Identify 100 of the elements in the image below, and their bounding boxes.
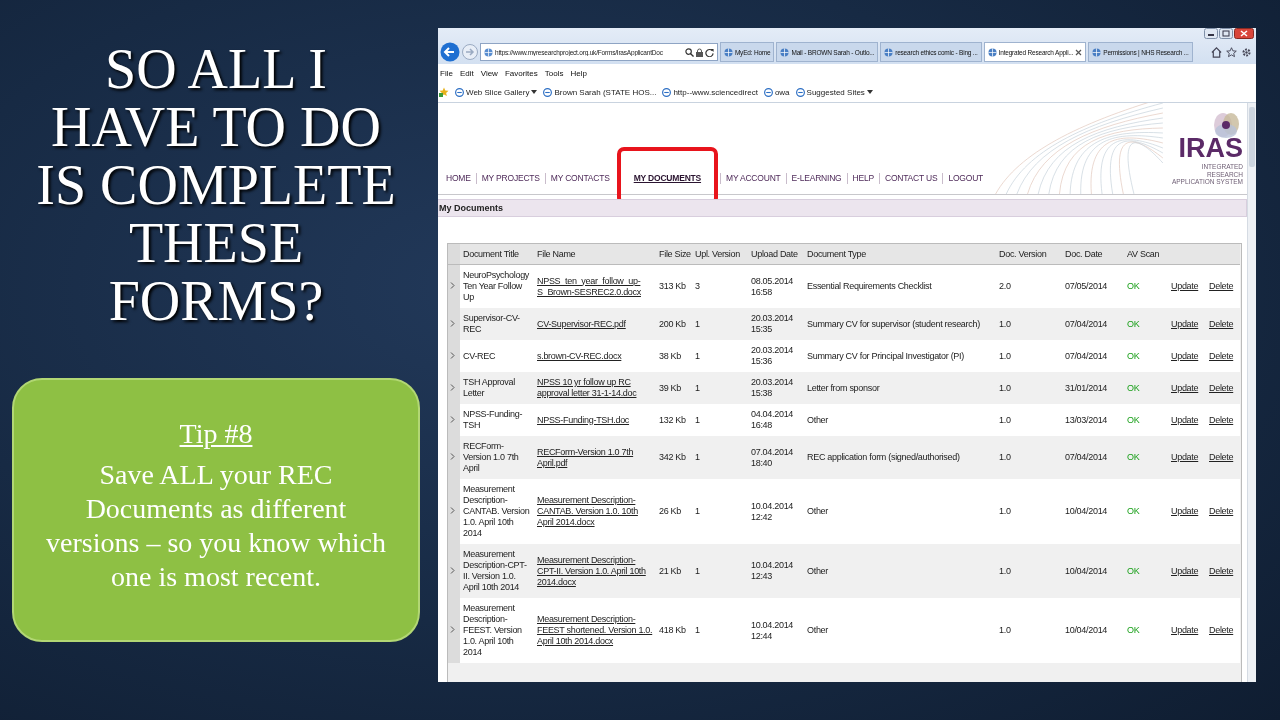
table-cell: 13/03/2014 [1062, 404, 1124, 436]
action-link[interactable]: Delete [1209, 625, 1234, 636]
table-cell: Other [804, 598, 996, 663]
chevron-icon[interactable] [450, 626, 455, 633]
menu-item[interactable]: View [478, 68, 503, 78]
column-header: Document Type [804, 244, 996, 265]
column-header: AV Scan [1124, 244, 1168, 265]
bookmark-link[interactable]: Web Slice Gallery [455, 87, 538, 97]
table-cell: 132 Kb [656, 404, 692, 436]
table-cell: Measurement Description-CANTAB. Version 1.0. April 10th 2014 [460, 479, 534, 544]
table-cell: 1 [692, 479, 748, 544]
nav-link[interactable]: HELP [846, 173, 879, 184]
scan-status: OK [1127, 350, 1140, 361]
close-icon[interactable] [1075, 48, 1083, 56]
table-cell: 200 Kb [656, 308, 692, 340]
table-cell: Other [804, 479, 996, 544]
table-cell: 20.03.2014 15:38 [748, 372, 804, 404]
menu-item[interactable]: File [438, 68, 458, 78]
nav-link[interactable]: MY PROJECTS [475, 173, 545, 184]
table-cell: 39 Kb [656, 372, 692, 404]
globe-icon [987, 47, 997, 57]
nav-link[interactable]: MY DOCUMENTS [628, 173, 707, 184]
table-cell: NPSS-Funding-TSH [460, 404, 534, 436]
maximize-icon[interactable] [1219, 28, 1233, 39]
back-button[interactable] [440, 42, 460, 62]
bookmark-link[interactable]: Suggested Sites [795, 87, 873, 97]
chevron-icon[interactable] [450, 319, 455, 327]
bookmark-link[interactable]: Brown Sarah (STATE HOS... [543, 87, 657, 97]
action-link[interactable]: Update [1171, 452, 1199, 463]
action-link[interactable]: Delete [1209, 281, 1234, 292]
chevron-icon[interactable] [450, 507, 455, 514]
home-icon[interactable] [1211, 46, 1222, 58]
nav-link[interactable]: MY ACCOUNT [720, 173, 786, 184]
table-cell: 1.0 [996, 308, 1062, 340]
lock-icon [695, 47, 703, 57]
action-link[interactable]: Update [1171, 506, 1199, 517]
menu-item[interactable]: Edit [457, 68, 479, 78]
table-cell: 3 [692, 264, 748, 308]
close-icon[interactable] [1234, 28, 1254, 39]
column-header: Doc. Date [1062, 244, 1124, 265]
chevron-icon[interactable] [450, 415, 455, 423]
action-link[interactable]: Update [1171, 565, 1199, 577]
globe-icon [723, 47, 733, 57]
table-cell: 38 Kb [656, 340, 692, 372]
table-cell: 1.0 [996, 598, 1062, 663]
section-header: My Documents [438, 199, 1247, 217]
action-link[interactable]: Delete [1209, 382, 1234, 394]
chevron-icon[interactable] [450, 383, 455, 391]
star-icon[interactable] [1226, 46, 1237, 58]
file-link[interactable]: RECForm-Version 1.0 7th April.pdf [537, 446, 653, 469]
table-cell: Measurement Description-FEEST. Version 1.0. April 10th 2014 [460, 598, 534, 663]
nav-link[interactable]: CONTACT US [878, 173, 943, 184]
action-link[interactable]: Update [1171, 625, 1199, 636]
chevron-icon[interactable] [450, 351, 455, 359]
action-link[interactable]: Delete [1209, 565, 1234, 577]
action-link[interactable]: Update [1171, 382, 1199, 394]
menu-item[interactable]: Help [568, 68, 592, 78]
table-cell: 1 [692, 372, 748, 404]
action-link[interactable]: Update [1171, 318, 1199, 330]
nav-link[interactable]: HOME [446, 173, 476, 184]
table-cell: 07/04/2014 [1062, 308, 1124, 340]
refresh-icon[interactable] [704, 47, 714, 57]
logo-name: IRAS [1178, 135, 1243, 161]
table-cell: Letter from sponsor [804, 372, 996, 404]
scan-status: OK [1127, 281, 1140, 291]
tip-text: Save ALL your REC Documents as different versions – so you know which one is most recent. [45, 458, 387, 594]
action-link[interactable]: Delete [1209, 506, 1234, 517]
table-cell: 10.04.2014 12:43 [748, 544, 804, 598]
nav-link[interactable]: MY CONTACTS [544, 173, 615, 184]
menu-item[interactable]: Favorites [502, 68, 543, 78]
nav-link[interactable]: LOGOUT [942, 173, 989, 184]
search-icon[interactable] [684, 47, 694, 57]
table-cell: 1.0 [996, 340, 1062, 372]
action-link[interactable]: Update [1171, 281, 1199, 292]
scan-status: OK [1127, 414, 1140, 425]
table-cell: 07/04/2014 [1062, 436, 1124, 479]
scan-status: OK [1127, 318, 1140, 329]
chevron-icon[interactable] [450, 282, 455, 289]
file-link[interactable]: CV-Supervisor-REC.pdf [537, 318, 626, 330]
action-link[interactable]: Delete [1209, 452, 1234, 463]
file-link[interactable]: Measurement Description- CPT-II. Version 1.0. April 10th 2014.docx [537, 554, 653, 588]
bookmark-link[interactable]: owa [763, 87, 790, 97]
menu-item[interactable]: Tools [542, 68, 569, 78]
table-cell: CV-REC [460, 340, 534, 372]
chevron-icon[interactable] [450, 453, 455, 460]
slide-title: SO ALL I HAVE TO DO IS COMPLETE THESE FORMS? [35, 40, 397, 330]
table-cell: TSH Approval Letter [460, 372, 534, 404]
table-cell: 1.0 [996, 372, 1062, 404]
action-link[interactable]: Delete [1209, 318, 1234, 330]
favorites-icon[interactable] [439, 87, 449, 97]
column-header: Doc. Version [996, 244, 1062, 265]
table-cell: REC application form (signed/authorised) [804, 436, 996, 479]
table-cell: 1 [692, 404, 748, 436]
minimize-icon[interactable] [1204, 28, 1218, 39]
chevron-icon[interactable] [450, 566, 455, 574]
bookmark-link[interactable]: http--www.sciencedirect [662, 87, 758, 97]
forward-button[interactable] [462, 44, 478, 60]
nav-link[interactable]: E-LEARNING [785, 173, 847, 184]
table-cell: Summary CV for supervisor (student research) [804, 308, 996, 340]
table-cell: 10.04.2014 12:44 [748, 598, 804, 663]
